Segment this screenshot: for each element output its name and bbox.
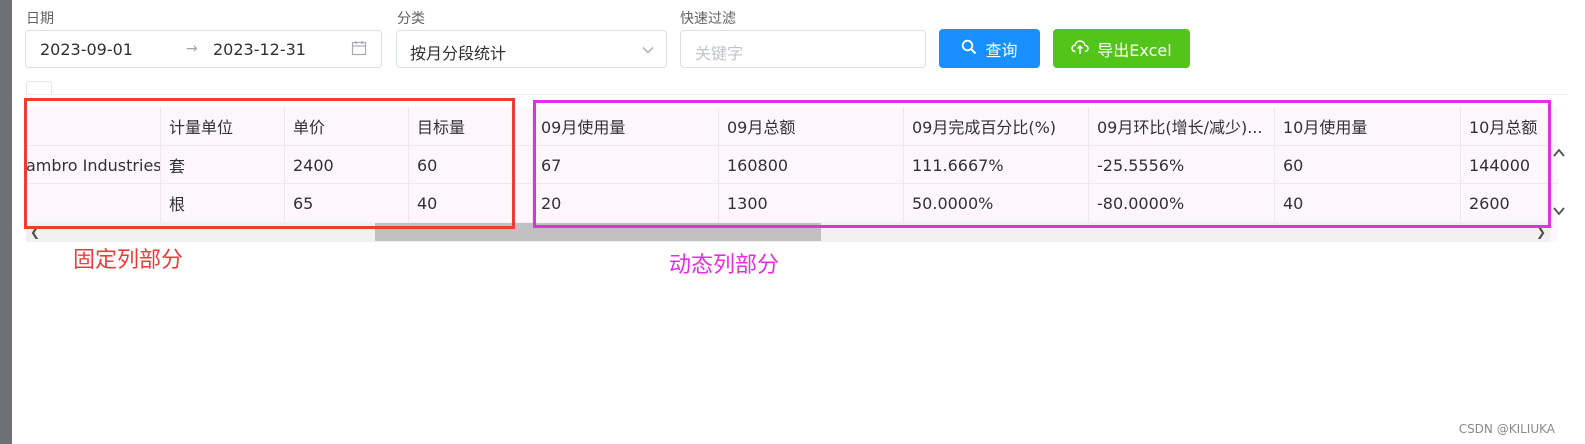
search-icon: [961, 39, 977, 59]
query-button-label: 查询: [985, 40, 1018, 60]
range-separator: →: [186, 41, 198, 57]
keyword-placeholder: 关键字: [695, 44, 744, 63]
window-edge: [0, 0, 12, 444]
calendar-icon[interactable]: [351, 40, 367, 60]
export-button-label: 导出Excel: [1097, 40, 1172, 60]
chevron-down-icon: [641, 42, 655, 61]
divider: [26, 94, 1567, 95]
dynamic-columns-label: 动态列部分: [669, 253, 780, 278]
fixed-columns-annotation-box: [24, 98, 515, 229]
export-excel-button[interactable]: 导出Excel: [1053, 29, 1190, 68]
start-date-input[interactable]: 2023-09-01: [40, 40, 133, 59]
date-label: 日期: [26, 11, 54, 27]
watermark: CSDN @KILIUKA: [1458, 422, 1555, 436]
scroll-arrows-icon[interactable]: [1552, 145, 1566, 223]
dynamic-columns-annotation-box: [533, 100, 1551, 228]
fixed-columns-label: 固定列部分: [73, 248, 184, 273]
query-button[interactable]: 查询: [939, 29, 1040, 68]
category-selected-value: 按月分段统计: [410, 44, 507, 63]
cloud-upload-icon: [1071, 39, 1090, 59]
quick-filter-label: 快速过滤: [680, 11, 736, 27]
vertical-scrollbar[interactable]: [1552, 145, 1570, 223]
end-date-input[interactable]: 2023-12-31: [213, 40, 306, 59]
category-select[interactable]: 按月分段统计: [396, 30, 667, 68]
category-label: 分类: [397, 11, 425, 27]
date-range-picker[interactable]: 2023-09-01 → 2023-12-31: [25, 30, 382, 68]
tab-stub: [26, 81, 52, 95]
keyword-input[interactable]: 关键字: [680, 30, 926, 68]
